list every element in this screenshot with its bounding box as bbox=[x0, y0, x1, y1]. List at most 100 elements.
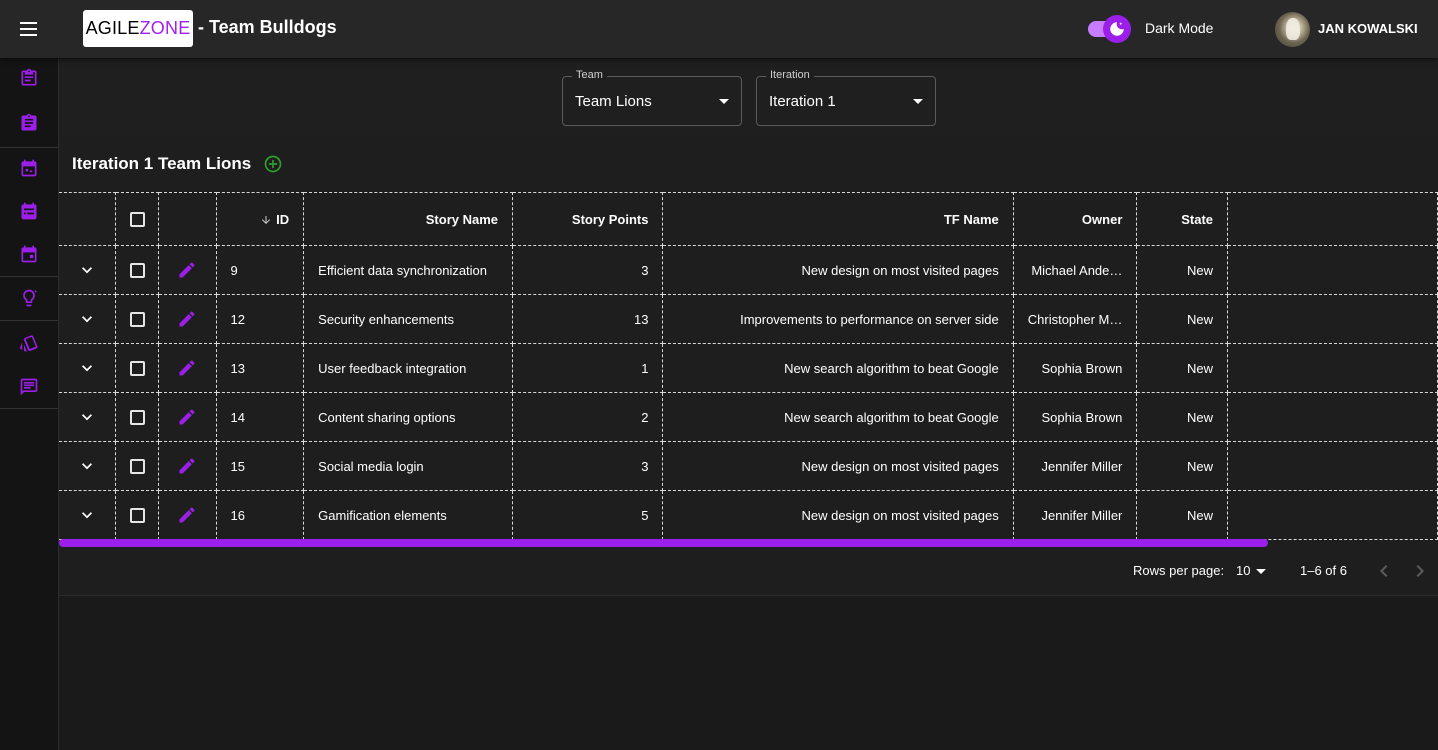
menu-icon[interactable] bbox=[14, 14, 44, 44]
cell-tf-name: New search algorithm to beat Google bbox=[662, 392, 1014, 442]
cell-owner: Michael Ande… bbox=[1012, 245, 1138, 295]
sidebar-divider bbox=[0, 320, 58, 321]
cell-id: 9 bbox=[215, 245, 305, 295]
expand-row-button[interactable] bbox=[59, 343, 117, 393]
lightbulb-icon bbox=[23, 289, 38, 307]
row-checkbox[interactable] bbox=[129, 263, 145, 279]
horizontal-scrollbar[interactable] bbox=[59, 539, 1268, 547]
sidebar-item-events[interactable] bbox=[0, 234, 58, 274]
moon-icon bbox=[1110, 22, 1124, 36]
column-header-id[interactable]: ID bbox=[215, 192, 305, 246]
filler-cell bbox=[1227, 343, 1438, 393]
chevron-down-icon bbox=[82, 414, 93, 421]
edit-row-button[interactable] bbox=[157, 490, 217, 540]
expand-row-button[interactable] bbox=[59, 245, 117, 295]
team-select-value: Team Lions bbox=[575, 93, 652, 110]
row-checkbox[interactable] bbox=[129, 361, 145, 377]
table-row: 9 Efficient data synchronization 3 New d… bbox=[59, 245, 1438, 295]
cell-owner: Sophia Brown bbox=[1012, 392, 1138, 442]
cell-tf-name: Improvements to performance on server si… bbox=[662, 294, 1014, 344]
sidebar-item-feedback[interactable] bbox=[0, 367, 58, 407]
edit-row-button[interactable] bbox=[157, 245, 217, 295]
rows-per-page-label: Rows per page: bbox=[1133, 563, 1225, 578]
cell-id: 13 bbox=[215, 343, 305, 393]
filler-cell bbox=[1227, 441, 1438, 491]
column-header-story-points[interactable]: Story Points bbox=[512, 192, 664, 246]
cell-tf-name: New design on most visited pages bbox=[662, 245, 1014, 295]
column-header-story-name[interactable]: Story Name bbox=[303, 192, 514, 246]
row-select-cell bbox=[115, 392, 159, 442]
filler-cell bbox=[1227, 490, 1438, 540]
app-title: - Team Bulldogs bbox=[198, 17, 337, 37]
iteration-select[interactable]: Iteration Iteration 1 bbox=[756, 69, 936, 126]
table-row: 16 Gamification elements 5 New design on… bbox=[59, 490, 1438, 540]
dark-mode-toggle[interactable] bbox=[1087, 14, 1133, 44]
logo-text-zone: ZONE bbox=[139, 18, 191, 38]
user-name[interactable]: JAN KOWALSKI bbox=[1318, 21, 1418, 36]
cell-story-name: Social media login bbox=[303, 441, 514, 491]
cell-state: New bbox=[1136, 392, 1229, 442]
column-header-tf-name[interactable]: TF Name bbox=[662, 192, 1014, 246]
cell-id: 14 bbox=[215, 392, 305, 442]
cell-state: New bbox=[1136, 343, 1229, 393]
calendar-sprint-icon bbox=[21, 159, 37, 177]
team-select-label: Team bbox=[572, 69, 607, 81]
cell-id: 16 bbox=[215, 490, 305, 540]
column-header-state[interactable]: State bbox=[1136, 192, 1229, 246]
next-page-icon[interactable] bbox=[1408, 559, 1432, 583]
cell-tf-name: New design on most visited pages bbox=[662, 490, 1014, 540]
cell-story-points: 13 bbox=[512, 294, 664, 344]
edit-row-button[interactable] bbox=[157, 392, 217, 442]
sidebar-item-ideas[interactable] bbox=[0, 278, 58, 318]
row-checkbox[interactable] bbox=[129, 410, 145, 426]
pagination-range: 1–6 of 6 bbox=[1300, 563, 1347, 578]
expand-column-header bbox=[59, 192, 117, 246]
table-row: 15 Social media login 3 New design on mo… bbox=[59, 441, 1438, 491]
avatar[interactable] bbox=[1275, 12, 1310, 47]
clipboard-filled-icon bbox=[21, 113, 37, 131]
sidebar-item-cards[interactable] bbox=[0, 323, 58, 363]
previous-page-icon[interactable] bbox=[1372, 559, 1396, 583]
edit-row-button[interactable] bbox=[157, 294, 217, 344]
cell-story-name: Gamification elements bbox=[303, 490, 514, 540]
stories-table: ID Story Name Story Points TF Name Owner… bbox=[59, 192, 1438, 540]
cell-owner: Christopher M… bbox=[1012, 294, 1138, 344]
app-logo[interactable]: AGILEZONE bbox=[83, 10, 193, 47]
card-title: Iteration 1 Team Lions bbox=[72, 154, 252, 173]
select-all-checkbox[interactable] bbox=[129, 212, 145, 228]
expand-row-button[interactable] bbox=[59, 490, 117, 540]
app-bar: AGILEZONE - Team Bulldogs Dark Mode JAN … bbox=[0, 0, 1438, 58]
rows-per-page-value: 10 bbox=[1236, 563, 1251, 578]
filler-cell bbox=[1227, 392, 1438, 442]
row-select-cell bbox=[115, 490, 159, 540]
column-header-owner[interactable]: Owner bbox=[1012, 192, 1138, 246]
sidebar-item-stories[interactable] bbox=[0, 103, 58, 143]
chevron-down-icon bbox=[82, 316, 93, 323]
add-circle-icon[interactable] bbox=[263, 154, 283, 174]
cell-story-name: Security enhancements bbox=[303, 294, 514, 344]
edit-row-button[interactable] bbox=[157, 343, 217, 393]
team-select[interactable]: Team Team Lions bbox=[562, 69, 742, 126]
expand-row-button[interactable] bbox=[59, 294, 117, 344]
row-checkbox[interactable] bbox=[129, 459, 145, 475]
select-all-header bbox=[115, 192, 159, 246]
sidebar-divider bbox=[0, 408, 58, 409]
expand-row-button[interactable] bbox=[59, 392, 117, 442]
rows-per-page-select[interactable]: 10 bbox=[1234, 561, 1274, 581]
cell-id: 12 bbox=[215, 294, 305, 344]
sidebar-item-backlog[interactable] bbox=[0, 58, 58, 98]
cell-state: New bbox=[1136, 490, 1229, 540]
stories-card: Iteration 1 Team Lions ID Story Name Sto… bbox=[59, 135, 1438, 596]
pencil-icon bbox=[179, 409, 195, 425]
cell-story-points: 1 bbox=[512, 343, 664, 393]
expand-row-button[interactable] bbox=[59, 441, 117, 491]
sidebar-item-calendar[interactable] bbox=[0, 191, 58, 231]
edit-row-button[interactable] bbox=[157, 441, 217, 491]
row-checkbox[interactable] bbox=[129, 312, 145, 328]
cell-id: 15 bbox=[215, 441, 305, 491]
caret-down-icon bbox=[1256, 569, 1266, 574]
cell-tf-name: New search algorithm to beat Google bbox=[662, 343, 1014, 393]
iteration-select-value: Iteration 1 bbox=[769, 93, 836, 110]
sidebar-item-sprint[interactable] bbox=[0, 148, 58, 188]
row-checkbox[interactable] bbox=[129, 508, 145, 524]
